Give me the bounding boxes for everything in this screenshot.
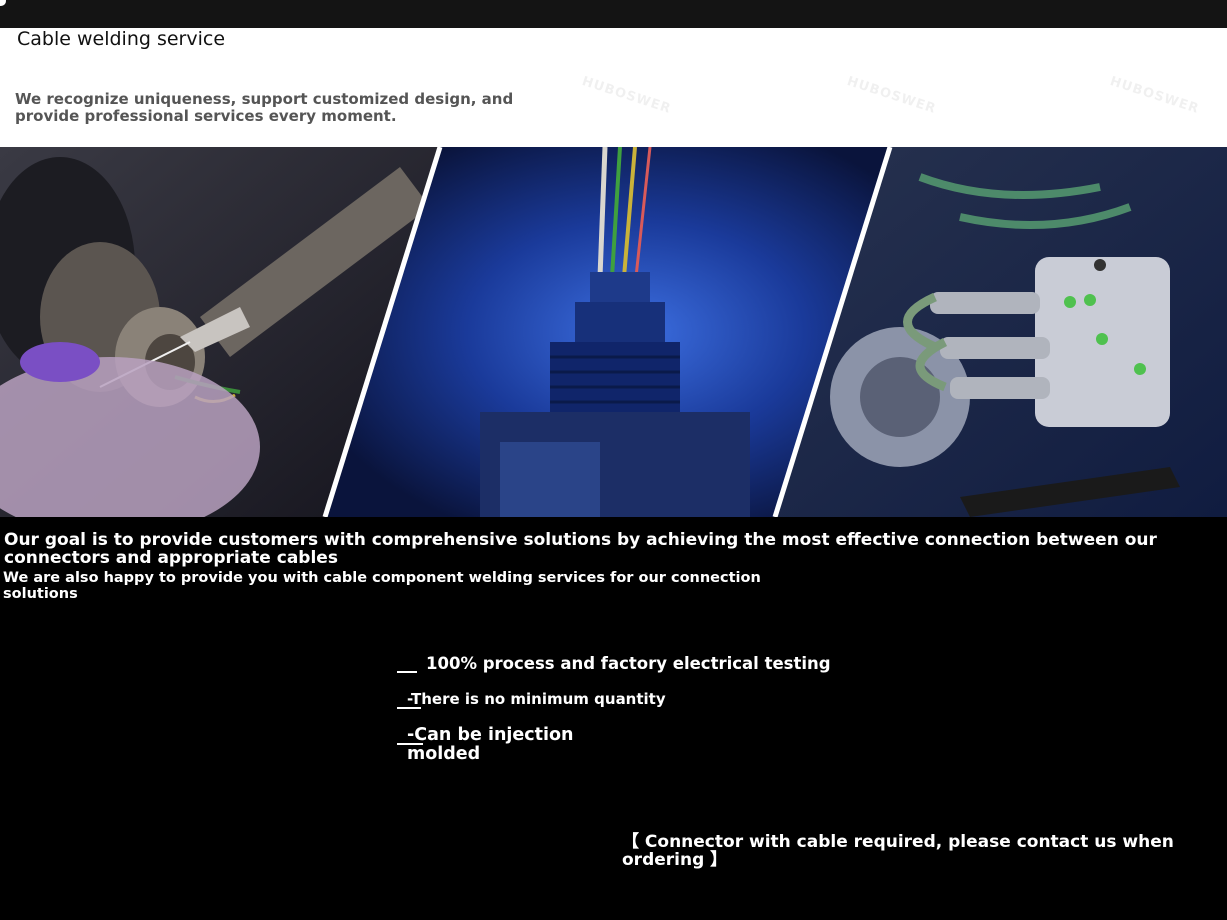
feature-item: 100% process and factory electrical test… [397,654,831,673]
bullet-dash [397,707,421,709]
bullet-dash [397,743,423,745]
feature-text: -There is no minimum quantity [407,690,666,708]
bullet-dash [397,671,417,673]
service-note: We are also happy to provide you with ca… [3,570,761,602]
banner-image [0,147,1227,517]
page-title: Cable welding service [17,28,226,50]
feature-item: -There is no minimum quantity [397,690,666,709]
page-header: HUBOSWER HUBOSWER HUBOSWER Cable welding… [0,28,1227,147]
feature-text: -Can be injection molded [407,725,574,764]
contact-note: 【 Connector with cable required, please … [622,832,1174,870]
page-subtitle: We recognize uniqueness, support customi… [15,90,514,125]
watermark: HUBOSWER [844,73,939,118]
watermark: HUBOSWER [1107,73,1202,118]
indicator-dot [0,0,6,6]
top-bar [0,0,1227,28]
feature-text: 100% process and factory electrical test… [426,654,831,673]
watermark: HUBOSWER [579,73,674,118]
goal-text: Our goal is to provide customers with co… [4,530,1157,568]
feature-item: -Can be injection molded [397,726,597,764]
